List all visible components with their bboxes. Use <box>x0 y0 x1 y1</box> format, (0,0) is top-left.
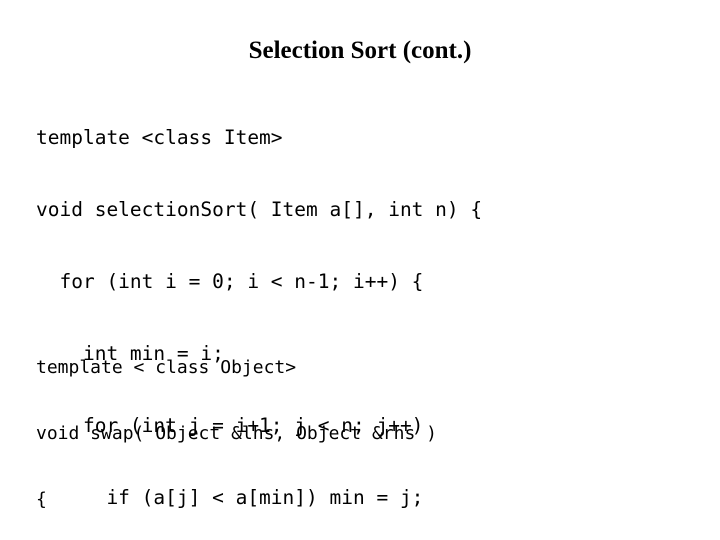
code-line: void selectionSort( Item a[], int n) { <box>36 198 483 221</box>
code-block-swap: template < class Object> void swap( Obje… <box>36 313 437 540</box>
slide-canvas: Selection Sort (cont.) template <class I… <box>0 0 720 540</box>
code-line: void swap( Object &lhs, Object &rhs ) <box>36 423 437 444</box>
code-line: template < class Object> <box>36 357 297 378</box>
code-line: { <box>36 489 47 510</box>
page-title: Selection Sort (cont.) <box>248 37 472 64</box>
code-line: template <class Item> <box>36 126 283 149</box>
code-line: for (int i = 0; i < n-1; i++) { <box>36 270 424 293</box>
